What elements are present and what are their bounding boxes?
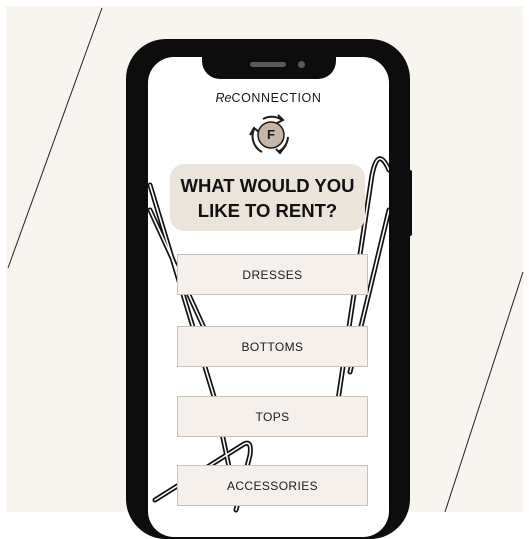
phone-speaker xyxy=(250,62,286,67)
logo-letter: F xyxy=(267,127,275,142)
question-heading: WHAT WOULD YOU LIKE TO RENT? xyxy=(170,164,365,231)
brand-prefix: Re xyxy=(215,91,232,105)
phone-notch xyxy=(202,39,336,79)
tops-button[interactable]: TOPS xyxy=(177,396,368,437)
bottoms-button[interactable]: BOTTOMS xyxy=(177,326,368,367)
brand-suffix: CONNECTION xyxy=(231,91,322,105)
question-line-2: LIKE TO RENT? xyxy=(197,199,338,221)
question-line-1: WHAT WOULD YOU xyxy=(180,174,355,196)
accessories-button[interactable]: ACCESSORIES xyxy=(177,465,368,506)
dresses-button[interactable]: DRESSES xyxy=(177,254,368,295)
phone-camera xyxy=(298,61,305,68)
brand-title: ReCONNECTION xyxy=(148,91,389,105)
